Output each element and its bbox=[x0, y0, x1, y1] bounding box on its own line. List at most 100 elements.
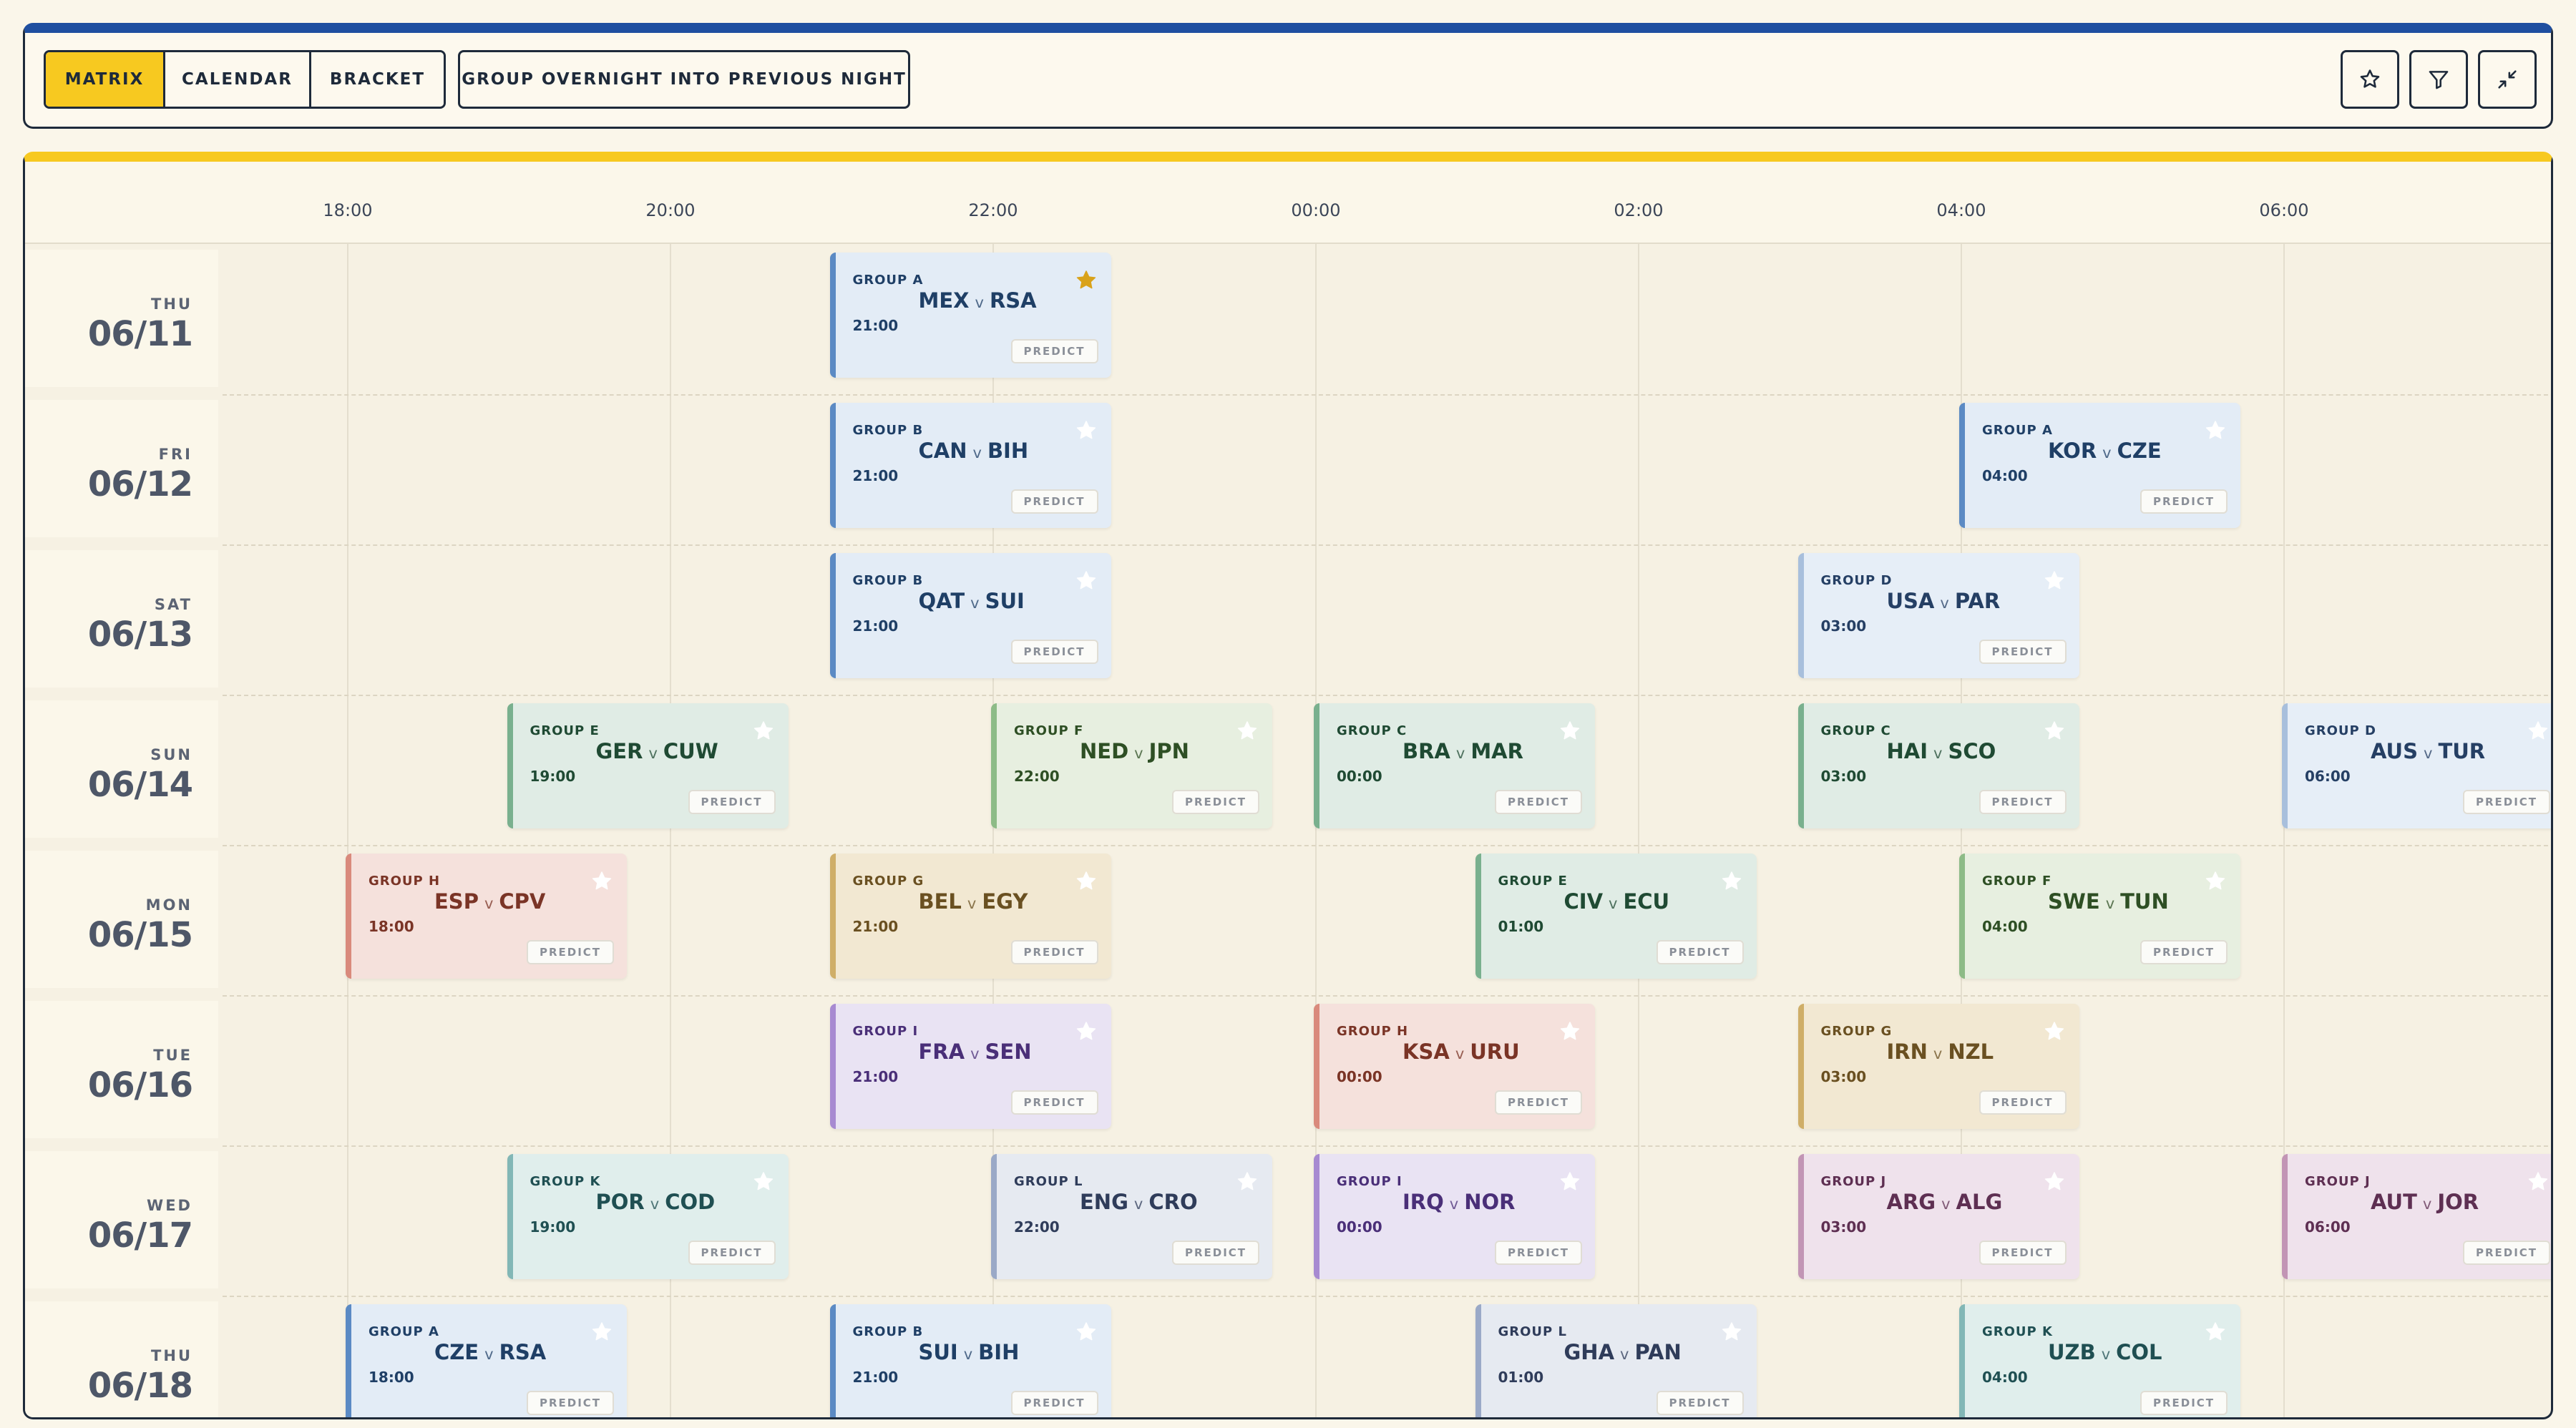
predict-button[interactable]: PREDICT bbox=[1979, 1241, 2067, 1265]
match-card[interactable]: GROUP A CZE v RSA 18:00 PREDICT bbox=[346, 1304, 627, 1417]
favorite-star-icon[interactable] bbox=[2042, 1170, 2067, 1194]
predict-button[interactable]: PREDICT bbox=[1979, 640, 2067, 664]
filter-button[interactable] bbox=[2409, 50, 2468, 109]
match-card[interactable]: GROUP G IRN v NZL 03:00 PREDICT bbox=[1797, 1004, 2079, 1129]
match-card[interactable]: GROUP A KOR v CZE 04:00 PREDICT bbox=[1959, 403, 2240, 528]
predict-button[interactable]: PREDICT bbox=[2140, 940, 2228, 964]
favorite-star-icon[interactable] bbox=[751, 719, 776, 743]
match-card[interactable]: GROUP L ENG v CRO 22:00 PREDICT bbox=[991, 1154, 1272, 1279]
day-label: WED 06/17 bbox=[25, 1151, 218, 1288]
match-card[interactable]: GROUP F SWE v TUN 04:00 PREDICT bbox=[1959, 854, 2240, 979]
predict-button[interactable]: PREDICT bbox=[2140, 489, 2228, 514]
favorite-star-icon[interactable] bbox=[2526, 719, 2550, 743]
match-card[interactable]: GROUP B SUI v BIH 21:00 PREDICT bbox=[829, 1304, 1111, 1417]
favorite-star-icon[interactable] bbox=[1558, 719, 1582, 743]
match-card[interactable]: GROUP I FRA v SEN 21:00 PREDICT bbox=[829, 1004, 1111, 1129]
match-card[interactable]: GROUP J AUT v JOR 06:00 PREDICT bbox=[2282, 1154, 2551, 1279]
predict-button[interactable]: PREDICT bbox=[527, 940, 614, 964]
match-card[interactable]: GROUP K POR v COD 19:00 PREDICT bbox=[507, 1154, 789, 1279]
favorite-star-icon[interactable] bbox=[2203, 1320, 2228, 1344]
match-card[interactable]: GROUP A MEX v RSA 21:00 PREDICT bbox=[829, 253, 1111, 378]
favorite-star-icon[interactable] bbox=[1719, 869, 1744, 894]
home-team: IRQ bbox=[1402, 1190, 1444, 1214]
predict-button[interactable]: PREDICT bbox=[1495, 1241, 1582, 1265]
kickoff-time: 03:00 bbox=[1820, 617, 1867, 635]
favorite-star-icon[interactable] bbox=[1074, 268, 1098, 293]
match-card[interactable]: GROUP B QAT v SUI 21:00 PREDICT bbox=[829, 553, 1111, 678]
predict-button[interactable]: PREDICT bbox=[1010, 489, 1098, 514]
away-team: NZL bbox=[1948, 1040, 1994, 1064]
favorite-star-icon[interactable] bbox=[2042, 1019, 2067, 1044]
match-card[interactable]: GROUP E CIV v ECU 01:00 PREDICT bbox=[1475, 854, 1757, 979]
predict-button[interactable]: PREDICT bbox=[1010, 640, 1098, 664]
home-team: IRN bbox=[1886, 1040, 1928, 1064]
favorite-star-icon[interactable] bbox=[1074, 419, 1098, 443]
predict-button[interactable]: PREDICT bbox=[527, 1391, 614, 1415]
favorite-star-icon[interactable] bbox=[2203, 419, 2228, 443]
bracket-view-button[interactable]: BRACKET bbox=[309, 52, 444, 107]
group-overnight-toggle[interactable]: GROUP OVERNIGHT INTO PREVIOUS NIGHT bbox=[458, 50, 910, 109]
predict-button[interactable]: PREDICT bbox=[2463, 790, 2550, 814]
home-team: AUS bbox=[2371, 739, 2418, 763]
versus-label: v bbox=[2101, 1346, 2111, 1363]
matrix-view-button[interactable]: MATRIX bbox=[46, 52, 163, 107]
predict-button[interactable]: PREDICT bbox=[1656, 940, 1744, 964]
match-card[interactable]: GROUP I IRQ v NOR 00:00 PREDICT bbox=[1314, 1154, 1595, 1279]
favorite-star-icon[interactable] bbox=[751, 1170, 776, 1194]
predict-button[interactable]: PREDICT bbox=[1010, 1090, 1098, 1115]
favorite-star-icon[interactable] bbox=[1558, 1170, 1582, 1194]
predict-button[interactable]: PREDICT bbox=[1010, 339, 1098, 363]
match-card[interactable]: GROUP F NED v JPN 22:00 PREDICT bbox=[991, 703, 1272, 828]
versus-label: v bbox=[970, 1045, 980, 1062]
predict-button[interactable]: PREDICT bbox=[688, 1241, 776, 1265]
calendar-view-button[interactable]: CALENDAR bbox=[163, 52, 309, 107]
predict-button[interactable]: PREDICT bbox=[1172, 790, 1259, 814]
collapse-button[interactable] bbox=[2478, 50, 2537, 109]
match-card[interactable]: GROUP H ESP v CPV 18:00 PREDICT bbox=[346, 854, 627, 979]
day-of-week: FRI bbox=[158, 446, 192, 463]
favorite-star-icon[interactable] bbox=[590, 869, 614, 894]
match-card[interactable]: GROUP H KSA v URU 00:00 PREDICT bbox=[1314, 1004, 1595, 1129]
predict-button[interactable]: PREDICT bbox=[2140, 1391, 2228, 1415]
predict-button[interactable]: PREDICT bbox=[1172, 1241, 1259, 1265]
predict-button[interactable]: PREDICT bbox=[1010, 1391, 1098, 1415]
predict-button[interactable]: PREDICT bbox=[2463, 1241, 2550, 1265]
predict-button[interactable]: PREDICT bbox=[1010, 940, 1098, 964]
away-team: COL bbox=[2116, 1340, 2162, 1364]
kickoff-time: 21:00 bbox=[852, 918, 899, 935]
favorite-star-icon[interactable] bbox=[1074, 569, 1098, 593]
predict-button[interactable]: PREDICT bbox=[1979, 1090, 2067, 1115]
predict-button[interactable]: PREDICT bbox=[1495, 790, 1582, 814]
match-card[interactable]: GROUP G BEL v EGY 21:00 PREDICT bbox=[829, 854, 1111, 979]
favorite-star-icon[interactable] bbox=[1074, 1320, 1098, 1344]
favorite-star-icon[interactable] bbox=[1074, 1019, 1098, 1044]
favorite-star-icon[interactable] bbox=[2526, 1170, 2550, 1194]
favorite-star-icon[interactable] bbox=[1719, 1320, 1744, 1344]
match-teams: AUS v TUR bbox=[2371, 739, 2485, 763]
match-card[interactable]: GROUP D USA v PAR 03:00 PREDICT bbox=[1797, 553, 2079, 678]
favorite-star-icon[interactable] bbox=[1235, 719, 1259, 743]
match-card[interactable]: GROUP D AUS v TUR 06:00 PREDICT bbox=[2282, 703, 2551, 828]
match-card[interactable]: GROUP C BRA v MAR 00:00 PREDICT bbox=[1314, 703, 1595, 828]
favorite-star-icon[interactable] bbox=[2042, 719, 2067, 743]
match-card[interactable]: GROUP E GER v CUW 19:00 PREDICT bbox=[507, 703, 789, 828]
predict-button[interactable]: PREDICT bbox=[1979, 790, 2067, 814]
favorites-button[interactable] bbox=[2341, 50, 2399, 109]
away-team: ECU bbox=[1623, 889, 1670, 914]
favorite-star-icon[interactable] bbox=[1074, 869, 1098, 894]
predict-button[interactable]: PREDICT bbox=[1495, 1090, 1582, 1115]
time-tick-label: 02:00 bbox=[1614, 200, 1664, 220]
favorite-star-icon[interactable] bbox=[2042, 569, 2067, 593]
predict-button[interactable]: PREDICT bbox=[688, 790, 776, 814]
favorite-star-icon[interactable] bbox=[2203, 869, 2228, 894]
match-group: GROUP J bbox=[1820, 1174, 1887, 1189]
favorite-star-icon[interactable] bbox=[1235, 1170, 1259, 1194]
favorite-star-icon[interactable] bbox=[1558, 1019, 1582, 1044]
match-card[interactable]: GROUP K UZB v COL 04:00 PREDICT bbox=[1959, 1304, 2240, 1417]
match-card[interactable]: GROUP C HAI v SCO 03:00 PREDICT bbox=[1797, 703, 2079, 828]
match-card[interactable]: GROUP J ARG v ALG 03:00 PREDICT bbox=[1797, 1154, 2079, 1279]
predict-button[interactable]: PREDICT bbox=[1656, 1391, 1744, 1415]
favorite-star-icon[interactable] bbox=[590, 1320, 614, 1344]
match-card[interactable]: GROUP B CAN v BIH 21:00 PREDICT bbox=[829, 403, 1111, 528]
match-card[interactable]: GROUP L GHA v PAN 01:00 PREDICT bbox=[1475, 1304, 1757, 1417]
